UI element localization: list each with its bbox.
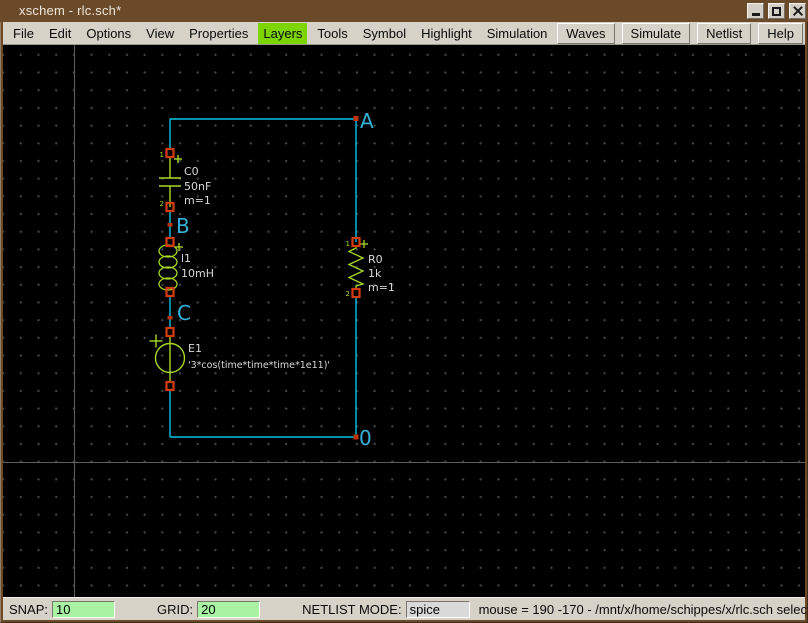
maximize-icon [772,7,781,16]
pin-square [167,288,174,296]
net-label-a[interactable]: A [360,109,374,133]
grid-input[interactable] [197,601,260,618]
menu-file[interactable]: File [8,23,39,44]
menu-layers[interactable]: Layers [258,23,307,44]
net-label-b[interactable]: B [176,214,190,238]
resistor-ref: R0 [368,253,383,266]
netlist-mode-input[interactable] [406,601,470,618]
inductor-value: 10mH [181,267,214,280]
menu-tools[interactable]: Tools [312,23,352,44]
net-label-c[interactable]: C [177,301,191,325]
pin-number: 1 [160,151,164,159]
inductor-ref: l1 [181,252,191,265]
menu-options[interactable]: Options [81,23,136,44]
simulate-button[interactable]: Simulate [622,23,691,44]
menubar: File Edit Options View Properties Layers… [3,22,805,45]
component-resistor[interactable]: 1 2 R0 1k m=1 [346,238,395,298]
help-button[interactable]: Help [758,23,803,44]
grid-label: GRID: [157,602,193,617]
menu-symbol[interactable]: Symbol [358,23,411,44]
statusbar: SNAP: GRID: NETLIST MODE: mouse = 190 -1… [3,597,805,620]
component-capacitor[interactable]: 1 2 C0 50nF m=1 [159,149,211,211]
pin-number: 2 [346,290,350,298]
capacitor-mult: m=1 [184,194,211,207]
net-label-gnd[interactable]: 0 [359,426,372,450]
minimize-button[interactable] [747,3,764,19]
resistor-mult: m=1 [368,281,395,294]
component-inductor[interactable]: l1 10mH [159,238,214,296]
pin-square [167,328,174,336]
pin-square [167,149,174,157]
component-vsource[interactable]: E1 '3*cos(time*time*time*1e11)' [150,328,331,390]
netlist-mode-label: NETLIST MODE: [302,602,401,617]
menu-view[interactable]: View [141,23,179,44]
resistor-value: 1k [368,267,382,280]
window-title: xschem - rlc.sch* [19,3,121,18]
capacitor-ref: C0 [184,165,199,178]
pin-number: 2 [160,200,164,208]
mouse-status-text: mouse = 190 -170 - /mnt/x/home/schippes/… [479,602,808,617]
vsource-value: '3*cos(time*time*time*1e11)' [188,360,330,371]
xschem-window: xschem - rlc.sch* File Edit Options View… [0,0,808,623]
waves-button[interactable]: Waves [557,23,614,44]
menu-edit[interactable]: Edit [44,23,76,44]
menu-properties[interactable]: Properties [184,23,253,44]
netlist-button[interactable]: Netlist [697,23,751,44]
schematic-canvas[interactable]: 1 2 C0 50nF m=1 l1 10mH [3,45,805,597]
pin-number: 1 [346,240,350,248]
menu-highlight[interactable]: Highlight [416,23,477,44]
menu-simulation[interactable]: Simulation [482,23,553,44]
titlebar: xschem - rlc.sch* [0,0,808,22]
close-button[interactable] [789,3,806,19]
pin-square [167,382,174,390]
rlc-schematic: 1 2 C0 50nF m=1 l1 10mH [3,45,805,597]
vsource-ref: E1 [188,342,202,355]
snap-input[interactable] [52,601,115,618]
capacitor-value: 50nF [184,180,211,193]
snap-label: SNAP: [9,602,48,617]
menubar-actions: Waves Simulate Netlist Help [557,23,805,44]
minimize-icon [752,13,760,16]
close-icon [793,6,803,16]
maximize-button[interactable] [768,3,785,19]
window-controls [747,3,806,19]
pin-square [353,289,360,297]
